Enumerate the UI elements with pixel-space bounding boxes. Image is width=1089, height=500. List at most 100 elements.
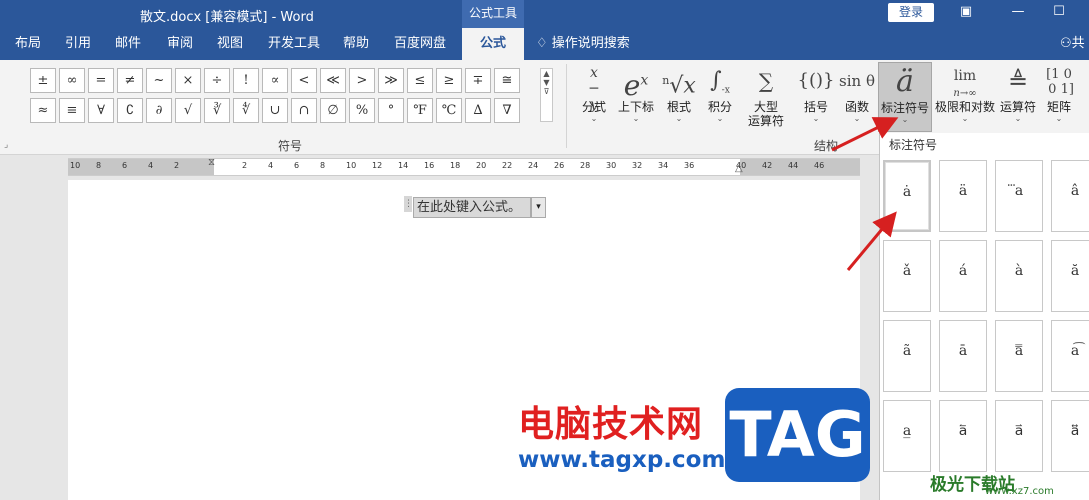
symbol-button[interactable]: ≪ [320,68,346,93]
fraction-button[interactable]: x ─ y 分式 ⌄ [577,62,611,132]
symbol-button[interactable]: √ [175,98,201,123]
ruler-number: 46 [814,161,825,170]
symbol-button[interactable]: = [88,68,114,93]
ruler-number: 28 [580,161,591,170]
ruler-number: 20 [476,161,487,170]
accent-option[interactable]: à [995,240,1043,312]
tab-help[interactable]: 帮助 [334,28,378,60]
tab-layout[interactable]: 布局 [6,28,50,60]
function-button[interactable]: sin θ 函数 ⌄ [838,62,876,132]
accent-option[interactable]: â [1051,160,1089,232]
symbol-button[interactable]: ∩ [291,98,317,123]
tab-view[interactable]: 视图 [208,28,252,60]
symbol-button[interactable]: ~ [146,68,172,93]
tab-developer[interactable]: 开发工具 [262,28,326,60]
symbol-button[interactable]: ∛ [204,98,230,123]
accent-option[interactable]: ⃛a [995,160,1043,232]
login-button[interactable]: 登录 [888,3,934,22]
symbol-button[interactable]: ÷ [204,68,230,93]
symbol-button[interactable]: % [349,98,375,123]
accent-option[interactable]: ã [883,320,931,392]
symbol-button[interactable]: > [349,68,375,93]
maximize-icon[interactable]: ☐ [1047,2,1071,24]
symbol-button[interactable]: ∀ [88,98,114,123]
bracket-icon: {()} [797,70,835,91]
accent-option[interactable]: ȧ [883,160,931,232]
operator-button[interactable]: ≜ 运算符 ⌄ [998,62,1038,132]
tab-baidu-netdisk[interactable]: 百度网盘 [388,28,452,60]
symbol-button[interactable]: ∝ [262,68,288,93]
symbol-button[interactable]: ! [233,68,259,93]
ruler-number: 8 [96,161,102,170]
accent-option[interactable]: ă [1051,240,1089,312]
chevron-down-icon: ⌄ [590,114,598,123]
symbol-button[interactable]: ∜ [233,98,259,123]
equation-input[interactable]: 在此处键入公式。 [413,197,531,218]
dialog-launcher-icon[interactable]: ⌟ [4,140,8,150]
integral-button[interactable]: ∫-x 积分 ⌄ [702,62,738,132]
chevron-down-icon: ⌄ [901,115,909,124]
symbol-button[interactable]: ± [30,68,56,93]
tell-me-search[interactable]: ♢ 操作说明搜索 [536,28,630,60]
bracket-button[interactable]: {()} 括号 ⌄ [796,62,836,132]
tab-mailings[interactable]: 邮件 [106,28,150,60]
symbol-button[interactable]: ≫ [378,68,404,93]
symbol-button[interactable]: ≅ [494,68,520,93]
accent-option[interactable]: a⃡ [1051,400,1089,472]
symbol-button[interactable]: ℉ [407,98,433,123]
symbol-button[interactable]: ≡ [59,98,85,123]
indent-marker-icon[interactable]: ⧖ [208,157,215,168]
symbol-button[interactable]: ° [378,98,404,123]
horizontal-ruler[interactable]: 10 8 6 4 2 2 4 6 8 10 12 14 16 18 20 22 24 26 28 30 32 34 36 40… [68,157,860,176]
symbol-button[interactable]: × [175,68,201,93]
tab-references[interactable]: 引用 [56,28,100,60]
accent-option[interactable]: ǎ [883,240,931,312]
symbol-button[interactable]: ∓ [465,68,491,93]
ribbon-display-icon[interactable]: ▣ [954,2,978,24]
symbol-button[interactable]: ≈ [30,98,56,123]
symbol-button[interactable]: ∂ [146,98,172,123]
matrix-button[interactable]: [1 0 0 1] 矩阵 ⌄ [1040,62,1078,132]
symbol-button[interactable]: ≠ [117,68,143,93]
symbol-button[interactable]: ∅ [320,98,346,123]
tab-equation[interactable]: 公式 [462,28,524,60]
accent-option[interactable]: ā [939,320,987,392]
symbol-button[interactable]: ∞ [59,68,85,93]
share-button[interactable]: ⚇共 [1060,28,1085,60]
large-operator-button[interactable]: ∑ 大型 运算符 [740,62,792,132]
chevron-down-icon: ⌄ [675,114,683,123]
accent-button[interactable]: ä 标注符号 ⌄ [878,62,932,132]
symbol-gallery-scroll[interactable]: ▲ ▼ ⊽ [540,68,553,122]
ruler-margin-left [68,159,214,175]
limit-log-button[interactable]: lim n→∞ 极限和对数 ⌄ [934,62,996,132]
accent-option[interactable]: a⃐ [939,400,987,472]
equation-options-dropdown[interactable]: ▾ [531,197,546,218]
right-indent-marker-icon[interactable]: △ [735,163,743,174]
script-button[interactable]: ex 上下标 ⌄ [614,62,658,132]
symbol-button[interactable]: ≥ [436,68,462,93]
equation-handle-icon[interactable]: ⋮ [404,196,413,212]
symbol-button[interactable]: ∪ [262,98,288,123]
accent-option[interactable]: a̿ [995,320,1043,392]
accent-option[interactable]: a̲ [883,400,931,472]
accent-option-glyph: a̿ [1014,343,1024,359]
minimize-icon[interactable]: — [1006,2,1030,24]
symbol-button[interactable]: ∁ [117,98,143,123]
radical-button[interactable]: n√x 根式 ⌄ [660,62,698,132]
accent-option[interactable]: a͡ [1051,320,1089,392]
ruler-number: 8 [320,161,326,170]
symbol-button[interactable]: ∆ [465,98,491,123]
context-tab-group: 公式工具 [462,0,524,28]
symbol-button[interactable]: ∇ [494,98,520,123]
fraction-label: 分式 [581,100,606,114]
accent-option[interactable]: ä [939,160,987,232]
site-url: www.xz7.com [985,486,1054,497]
symbol-button[interactable]: ≤ [407,68,433,93]
accent-option[interactable]: a⃑ [995,400,1043,472]
tab-review[interactable]: 审阅 [158,28,202,60]
symbol-button[interactable]: < [291,68,317,93]
symbol-button[interactable]: ℃ [436,98,462,123]
chevron-down-icon: ⌄ [632,114,640,123]
accent-option[interactable]: á [939,240,987,312]
operator-label: 运算符 [999,100,1036,114]
